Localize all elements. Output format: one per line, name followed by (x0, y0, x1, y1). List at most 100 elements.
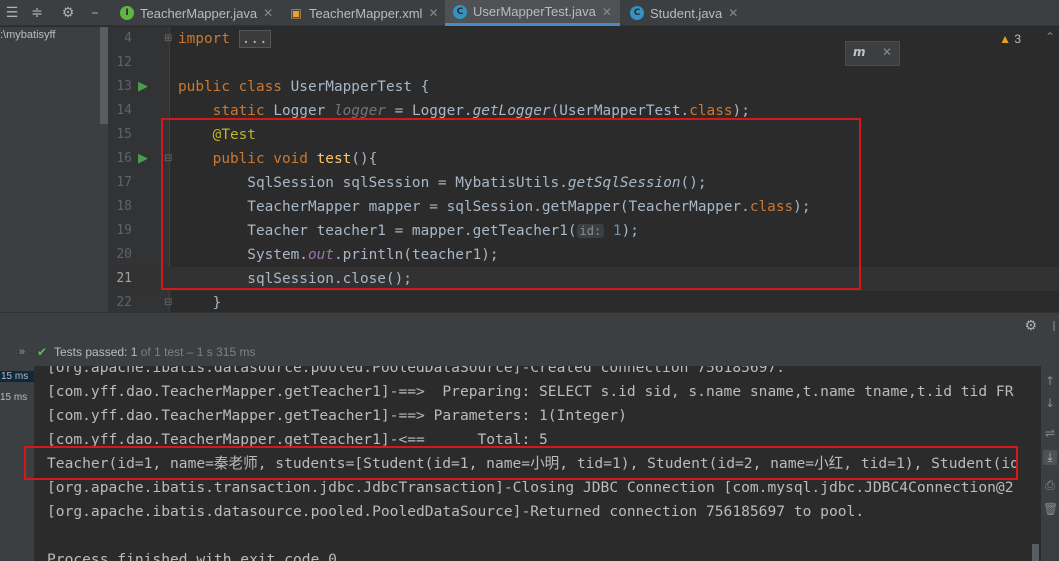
code-editor[interactable]: 4 ⊞ import ... 12 13 ▶ public class UserMapper… (108, 27, 1059, 312)
project-scrollbar[interactable] (100, 27, 108, 124)
console-line: [com.yff.dao.TeacherMapper.getTeacher1]-… (47, 383, 1014, 400)
class-java-icon: C (453, 4, 467, 19)
tab-label: TeacherMapper.java (140, 5, 258, 21)
code-token: @Test (212, 127, 256, 143)
code-token: import (178, 31, 239, 47)
console-scrollbar[interactable] (1032, 544, 1039, 561)
arrow-up-icon[interactable]: ↑ (1043, 374, 1057, 388)
code-line[interactable]: 13 ▶ public class UserMapperTest { (108, 75, 1059, 99)
console-line: [com.yff.dao.TeacherMapper.getTeacher1]-… (47, 431, 548, 448)
code-line[interactable]: 12 (108, 51, 1059, 75)
warning-count: 3 (1014, 32, 1021, 46)
arrow-down-icon[interactable]: ↓ (1043, 396, 1057, 410)
soft-wrap-icon[interactable]: ⇌ (1043, 426, 1057, 440)
code-line[interactable]: 4 ⊞ import ... (108, 27, 1059, 51)
code-token: Logger (273, 103, 334, 119)
line-number: 12 (116, 55, 132, 70)
maven-reload-popup: m ✕ (845, 41, 900, 66)
code-line[interactable]: 17 SqlSession sqlSession = MybatisUtils.… (108, 171, 1059, 195)
gear-icon[interactable]: ⚙ (58, 3, 78, 23)
code-token: System. (178, 247, 308, 263)
code-line[interactable]: 18 TeacherMapper mapper = sqlSession.get… (108, 195, 1059, 219)
code-token: UserMapperTest { (290, 79, 430, 95)
line-number: 16 (116, 151, 132, 166)
tab-label: TeacherMapper.xml (309, 5, 423, 21)
close-icon[interactable]: ✕ (428, 6, 438, 20)
inspection-warnings[interactable]: ▲ 3 (999, 32, 1021, 46)
console-line: [com.yff.dao.TeacherMapper.getTeacher1]-… (47, 407, 627, 424)
code-token: getSqlSession (567, 175, 681, 191)
test-tree: 15 ms 15 ms (0, 366, 34, 561)
code-line[interactable]: 19 Teacher teacher1 = mapper.getTeacher1… (108, 219, 1059, 243)
run-test-icon[interactable]: ▶ (138, 151, 154, 167)
code-line[interactable]: 14 static Logger logger = Logger.getLogg… (108, 99, 1059, 123)
code-token: getLogger (472, 103, 551, 119)
code-token: SqlSession sqlSession = MybatisUtils. (178, 175, 568, 191)
warning-icon: ▲ (999, 32, 1011, 46)
tab-teacher-mapper-xml[interactable]: ▣ TeacherMapper.xml ✕ (281, 0, 447, 26)
line-number: 18 (116, 199, 132, 214)
code-text: static Logger logger = Logger.getLogger(… (178, 99, 750, 123)
code-text: SqlSession sqlSession = MybatisUtils.get… (178, 171, 706, 195)
code-text: import ... (178, 27, 271, 51)
code-text: System.out.println(teacher1); (178, 243, 498, 267)
test-duration[interactable]: 15 ms (0, 371, 34, 382)
tab-label: UserMapperTest.java (473, 4, 596, 19)
line-number: 13 (116, 79, 132, 94)
maven-icon[interactable]: m (853, 45, 866, 59)
code-token: (UserMapperTest. (550, 103, 690, 119)
code-token: static (212, 103, 274, 119)
test-detail: of 1 test – 1 s 315 ms (140, 345, 256, 359)
code-token: ); (621, 223, 639, 239)
code-token: class (749, 199, 794, 215)
code-line[interactable]: 21 sqlSession.close(); (108, 267, 1059, 291)
chevron-double-right-icon[interactable]: » (19, 338, 25, 366)
code-token: logger (333, 103, 386, 119)
scroll-to-end-icon[interactable]: ⤓ (1043, 450, 1057, 465)
console-line: Teacher(id=1, name=秦老师, students=[Studen… (47, 455, 1019, 472)
minimize-icon[interactable]: – (85, 3, 105, 23)
panel-resize-handle[interactable] (1053, 321, 1059, 331)
trash-icon[interactable]: 🗑 (1043, 502, 1058, 516)
gear-icon[interactable]: ⚙ (1024, 318, 1037, 334)
line-number: 17 (116, 175, 132, 190)
code-text: Teacher teacher1 = mapper.getTeacher1(id… (178, 219, 639, 243)
code-line[interactable]: 16 ▶ ⊟ public void test(){ (108, 147, 1059, 171)
close-icon[interactable]: ✕ (728, 6, 738, 20)
code-token: sqlSession.close(); (178, 271, 412, 287)
passed-label: Tests passed: (54, 345, 128, 359)
collapse-all-icon[interactable]: ≑ (27, 3, 47, 23)
code-token: ... (238, 30, 271, 48)
console-toolbar: ↑ ↓ ⇌ ⤓ ⎙ 🗑 (1041, 366, 1059, 561)
test-duration[interactable]: 15 ms (0, 392, 27, 403)
code-token: public void (212, 151, 317, 167)
console-output[interactable]: [org.apache.ibatis.datasource.pooled.Poo… (34, 366, 1041, 561)
fold-icon[interactable]: ⊞ (164, 27, 174, 51)
tab-teacher-mapper-java[interactable]: I TeacherMapper.java ✕ (112, 0, 281, 26)
fold-icon[interactable]: ⊟ (164, 147, 174, 171)
expand-all-icon[interactable]: ☰ (2, 3, 22, 23)
code-token: test (316, 151, 352, 167)
code-text: TeacherMapper mapper = sqlSession.getMap… (178, 195, 810, 219)
tab-user-mapper-test-java[interactable]: C UserMapperTest.java ✕ (445, 0, 620, 26)
close-icon[interactable]: ✕ (263, 6, 273, 20)
project-path[interactable]: :\mybatisyff (0, 29, 55, 41)
console-line: Process finished with exit code 0 (47, 551, 337, 561)
project-panel: :\mybatisyff (0, 27, 108, 312)
chevron-up-icon[interactable]: ⌃ (1045, 30, 1055, 44)
print-icon[interactable]: ⎙ (1043, 478, 1057, 493)
tab-student-java[interactable]: C Student.java ✕ (622, 0, 746, 26)
line-number: 4 (124, 31, 132, 46)
close-icon[interactable]: ✕ (602, 5, 612, 19)
tests-passed-text: Tests passed: 1 of 1 test – 1 s 315 ms (54, 338, 255, 366)
code-token: 1 (604, 223, 622, 239)
close-icon[interactable]: ✕ (882, 45, 892, 59)
run-panel-header: ⚙ (0, 312, 1059, 338)
line-number: 21 (116, 271, 132, 286)
run-test-icon[interactable]: ▶ (138, 79, 154, 95)
code-line[interactable]: 15 @Test (108, 123, 1059, 147)
console-line: [org.apache.ibatis.datasource.pooled.Poo… (47, 503, 865, 520)
code-line[interactable]: 20 System.out.println(teacher1); (108, 243, 1059, 267)
line-number: 15 (116, 127, 132, 142)
